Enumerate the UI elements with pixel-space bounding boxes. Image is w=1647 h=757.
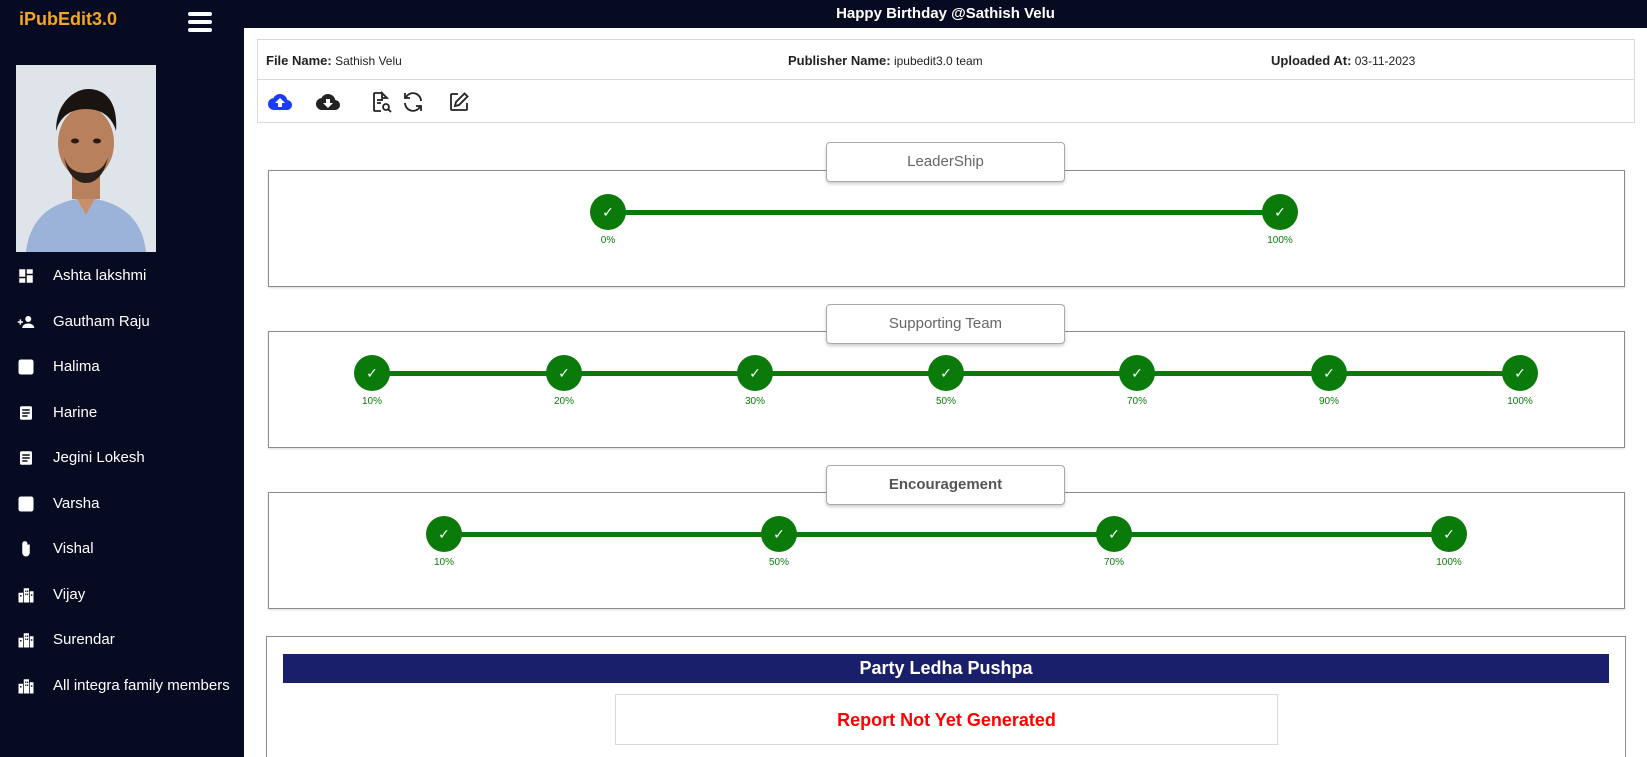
check-icon: ✓ — [928, 355, 964, 391]
file-name-value: Sathish Velu — [335, 54, 402, 68]
progress-card — [268, 170, 1625, 287]
progress-step-label: 70% — [1126, 396, 1147, 407]
cloud-upload-icon[interactable] — [267, 89, 293, 115]
layout-icon — [16, 494, 36, 514]
cloud-download-icon[interactable] — [315, 89, 341, 115]
check-icon: ✓ — [761, 516, 797, 552]
check-icon: ✓ — [1262, 194, 1298, 230]
check-icon: ✓ — [1096, 516, 1132, 552]
check-icon: ✓ — [737, 355, 773, 391]
progress-step-label: 100% — [1436, 557, 1462, 568]
sidebar-item-label: Halima — [53, 358, 100, 375]
report-title: Party Ledha Pushpa — [283, 654, 1609, 683]
progress-card — [268, 492, 1625, 609]
progress-card-title: Supporting Team — [826, 304, 1065, 344]
check-icon: ✓ — [1311, 355, 1347, 391]
sidebar-item[interactable]: Halima — [0, 349, 244, 395]
check-icon: ✓ — [546, 355, 582, 391]
progress-step-label: 90% — [1318, 396, 1339, 407]
uploaded-value: 03-11-2023 — [1354, 54, 1416, 68]
sidebar-item-label: Jegini Lokesh — [53, 449, 145, 466]
document-icon — [16, 403, 36, 423]
progress-track — [608, 210, 1280, 215]
sidebar-item-label: Vijay — [53, 585, 86, 603]
sidebar-item[interactable]: Ashta lakshmi — [0, 258, 244, 304]
progress-step-label: 100% — [1507, 396, 1533, 407]
progress-step-label: 50% — [935, 396, 956, 407]
progress-card-title: LeaderShip — [826, 142, 1065, 182]
sidebar: iPubEdit3.0 Ashta lakshmi Gautham Raju Hal… — [0, 0, 244, 757]
add-person-icon — [16, 312, 36, 332]
app-brand[interactable]: iPubEdit3.0 — [19, 9, 117, 30]
sidebar-item-label: Surendar — [53, 631, 115, 648]
birthday-banner: Happy Birthday @Sathish Velu — [244, 0, 1647, 28]
sidebar-item-label: Gautham Raju — [53, 312, 150, 330]
check-icon: ✓ — [1431, 516, 1467, 552]
sidebar-item[interactable]: Vishal — [0, 531, 244, 577]
progress-step-label: 50% — [768, 557, 789, 568]
publisher-field: Publisher Name: ipubedit3.0 team — [788, 53, 983, 68]
sidebar-item[interactable]: Harine — [0, 395, 244, 441]
uploaded-label: Uploaded At: — [1271, 53, 1352, 68]
layout-icon — [16, 357, 36, 377]
buildings-icon — [16, 630, 36, 650]
document-search-icon[interactable] — [368, 89, 394, 115]
sidebar-item-label: Harine — [53, 403, 98, 421]
progress-track — [444, 532, 1449, 537]
progress-step-label: 10% — [433, 557, 454, 568]
file-info-panel: File Name: Sathish Velu Publisher Name: … — [257, 39, 1635, 123]
avatar — [16, 65, 156, 252]
publisher-value: ipubedit3.0 team — [893, 54, 983, 68]
sidebar-item-label: Varsha — [53, 494, 100, 512]
dashboard-icon — [16, 266, 36, 286]
report-status: Report Not Yet Generated — [615, 694, 1278, 745]
sidebar-item-label: All integra family members — [53, 676, 230, 694]
check-icon: ✓ — [1119, 355, 1155, 391]
edit-icon[interactable] — [446, 89, 472, 115]
check-icon: ✓ — [1502, 355, 1538, 391]
sidebar-item[interactable]: Gautham Raju — [0, 304, 244, 350]
check-icon: ✓ — [354, 355, 390, 391]
sidebar-item[interactable]: Surendar — [0, 622, 244, 668]
sidebar-item[interactable]: All integra family members — [0, 668, 244, 714]
progress-step-label: 0% — [600, 235, 616, 246]
sidebar-item[interactable]: Vijay — [0, 577, 244, 623]
progress-step-label: 10% — [361, 396, 382, 407]
sidebar-item[interactable]: Varsha — [0, 486, 244, 532]
paperclip-icon — [16, 539, 36, 559]
sidebar-item[interactable]: Jegini Lokesh — [0, 440, 244, 486]
progress-card-title: Encouragement — [826, 465, 1065, 505]
progress-step-label: 20% — [553, 396, 574, 407]
toolbar — [258, 80, 1634, 124]
publisher-label: Publisher Name: — [788, 53, 891, 68]
document-icon — [16, 448, 36, 468]
check-icon: ✓ — [426, 516, 462, 552]
progress-step-label: 100% — [1267, 235, 1293, 246]
file-name-field: File Name: Sathish Velu — [266, 53, 402, 68]
buildings-icon — [16, 585, 36, 605]
progress-step-label: 30% — [744, 396, 765, 407]
sidebar-item-label: Vishal — [53, 540, 94, 557]
sidebar-nav: Ashta lakshmi Gautham Raju Halima Harine Jeg… — [0, 258, 244, 713]
file-name-label: File Name: — [266, 53, 332, 68]
report-panel: Party Ledha Pushpa Report Not Yet Genera… — [266, 636, 1626, 757]
uploaded-field: Uploaded At: 03-11-2023 — [1271, 53, 1415, 68]
check-icon: ✓ — [590, 194, 626, 230]
file-info-row: File Name: Sathish Velu Publisher Name: … — [258, 40, 1634, 80]
hamburger-menu-icon[interactable] — [188, 12, 212, 34]
sidebar-item-label: Ashta lakshmi — [53, 267, 147, 284]
progress-step-label: 70% — [1103, 557, 1124, 568]
refresh-icon[interactable] — [400, 89, 426, 115]
buildings-icon — [16, 676, 36, 696]
